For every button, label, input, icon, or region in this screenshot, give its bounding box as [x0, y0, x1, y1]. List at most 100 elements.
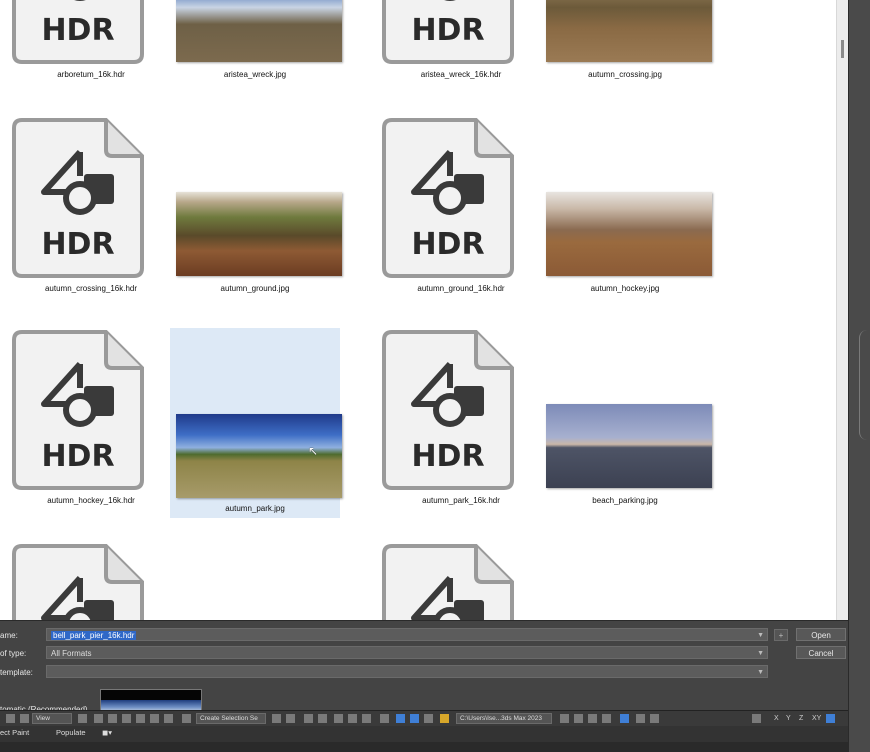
- file-name: autumn_hockey_16k.hdr: [47, 496, 135, 505]
- rotate-icon[interactable]: [108, 714, 117, 723]
- region-icon[interactable]: [150, 714, 159, 723]
- hdr-file-icon: HDR: [382, 118, 514, 278]
- render-frame-icon[interactable]: [396, 714, 405, 723]
- file-name: autumn_ground.jpg: [220, 284, 290, 293]
- image-thumbnail: [546, 404, 712, 488]
- chevron-down-icon[interactable]: ▼: [757, 629, 764, 642]
- file-name: autumn_ground_16k.hdr: [417, 284, 505, 293]
- snap-icon[interactable]: [182, 714, 191, 723]
- file-item[interactable]: beach_parking.jpg: [540, 322, 712, 512]
- folder-icon[interactable]: [574, 714, 583, 723]
- pin-icon[interactable]: [752, 714, 761, 723]
- file-item[interactable]: HDR: [6, 536, 176, 620]
- file-name: autumn_park.jpg: [225, 504, 285, 513]
- curve-editor-icon[interactable]: [334, 714, 343, 723]
- file-name: autumn_crossing_16k.hdr: [44, 284, 138, 293]
- link-icon[interactable]: [78, 714, 87, 723]
- file-name: aristea_wreck_16k.hdr: [420, 70, 502, 79]
- camera-icon[interactable]: ◼▾: [102, 728, 112, 737]
- hdr-label: HDR: [411, 13, 484, 48]
- view-dropdown[interactable]: View: [32, 713, 72, 724]
- mirror-icon[interactable]: [272, 714, 281, 723]
- hdr-label: HDR: [41, 13, 114, 48]
- layer-icon[interactable]: [304, 714, 313, 723]
- file-item[interactable]: autumn_hockey.jpg: [540, 110, 712, 300]
- scale-icon[interactable]: [122, 714, 131, 723]
- hdr-label: HDR: [41, 439, 114, 474]
- file-item[interactable]: HDR autumn_crossing_16k.hdr: [6, 110, 176, 300]
- bottom-strip: [0, 742, 848, 752]
- scrollbar-thumb[interactable]: [841, 40, 844, 58]
- align-icon[interactable]: [286, 714, 295, 723]
- file-name: autumn_crossing.jpg: [588, 70, 662, 79]
- file-type-label: of type:: [0, 649, 27, 658]
- folder-open-icon[interactable]: [588, 714, 597, 723]
- image-thumbnail: [546, 0, 712, 62]
- file-browser-pane: HDR arboretum_16k.hdr aristea_wreck.jpg HDR…: [0, 0, 836, 620]
- file-item[interactable]: autumn_ground.jpg: [170, 110, 342, 300]
- hdr-file-icon: HDR: [12, 544, 144, 620]
- cancel-button[interactable]: Cancel: [796, 646, 846, 659]
- hierarchy-icon[interactable]: [650, 714, 659, 723]
- file-item[interactable]: HDR autumn_hockey_16k.hdr: [6, 322, 176, 512]
- viewport-icon[interactable]: [620, 714, 629, 723]
- mouse-cursor-icon: ↖: [308, 444, 319, 458]
- folder-up-icon[interactable]: [602, 714, 611, 723]
- render-production-icon[interactable]: [410, 714, 419, 723]
- file-type-select[interactable]: All Formats ▼: [46, 646, 768, 659]
- chevron-down-icon[interactable]: ▼: [757, 666, 764, 679]
- render-setup-icon[interactable]: [380, 714, 389, 723]
- material-editor-icon[interactable]: [362, 714, 371, 723]
- select-icon[interactable]: [136, 714, 145, 723]
- file-name: autumn_hockey.jpg: [590, 284, 660, 293]
- hdr-label: HDR: [41, 227, 114, 262]
- axis-constraint-icon[interactable]: [826, 714, 835, 723]
- axis-z-button[interactable]: Z: [799, 713, 803, 724]
- axis-y-button[interactable]: Y: [786, 713, 791, 724]
- render-online-icon[interactable]: [424, 714, 433, 723]
- template-label: template:: [0, 668, 33, 677]
- project-icon[interactable]: [560, 714, 569, 723]
- background-decoration: [859, 330, 870, 440]
- axis-xy-button[interactable]: XY: [812, 713, 821, 724]
- tab-object-paint[interactable]: ect Paint: [0, 728, 29, 737]
- plus-button[interactable]: +: [774, 629, 788, 641]
- window-crossing-icon[interactable]: [164, 714, 173, 723]
- file-item[interactable]: HDR autumn_ground_16k.hdr: [376, 110, 546, 300]
- hdr-file-icon: HDR: [382, 330, 514, 490]
- file-type-value: All Formats: [51, 649, 92, 658]
- tab-populate[interactable]: Populate: [56, 728, 86, 737]
- hdr-file-icon: HDR: [12, 0, 144, 64]
- template-select[interactable]: ▼: [46, 665, 768, 678]
- main-toolbar: View Create Selection Se C:\Users\Ise...…: [0, 710, 848, 727]
- filename-input[interactable]: bell_park_pier_16k.hdr ▼: [46, 628, 768, 641]
- globe-icon[interactable]: [636, 714, 645, 723]
- file-item[interactable]: HDR aristea_wreck_16k.hdr: [376, 0, 546, 86]
- filename-value: bell_park_pier_16k.hdr: [51, 631, 137, 640]
- render-icon[interactable]: [6, 714, 15, 723]
- move-icon[interactable]: [94, 714, 103, 723]
- project-path-field[interactable]: C:\Users\Ise...3ds Max 2023: [456, 713, 552, 724]
- teapot-icon[interactable]: [20, 714, 29, 723]
- file-name: beach_parking.jpg: [592, 496, 658, 505]
- file-name: arboretum_16k.hdr: [57, 70, 125, 79]
- file-item[interactable]: autumn_park.jpg: [170, 328, 342, 518]
- file-name: aristea_wreck.jpg: [223, 70, 287, 79]
- chevron-down-icon[interactable]: ▼: [757, 647, 764, 660]
- selection-set-dropdown[interactable]: Create Selection Se: [196, 713, 266, 724]
- schematic-icon[interactable]: [348, 714, 357, 723]
- hdr-file-icon: HDR: [12, 118, 144, 278]
- file-item[interactable]: HDR autumn_park_16k.hdr: [376, 322, 546, 512]
- axis-x-button[interactable]: X: [774, 713, 779, 724]
- hdr-label: HDR: [411, 227, 484, 262]
- file-item[interactable]: HDR arboretum_16k.hdr: [6, 0, 176, 86]
- file-name: autumn_park_16k.hdr: [422, 496, 500, 505]
- scene-explorer-icon[interactable]: [318, 714, 327, 723]
- warning-icon[interactable]: [440, 714, 449, 723]
- filename-label: ame:: [0, 631, 18, 640]
- file-item[interactable]: aristea_wreck.jpg: [170, 0, 342, 86]
- hdr-file-icon: HDR: [12, 330, 144, 490]
- file-item[interactable]: HDR: [376, 536, 546, 620]
- file-item[interactable]: autumn_crossing.jpg: [540, 0, 712, 86]
- open-button[interactable]: Open: [796, 628, 846, 641]
